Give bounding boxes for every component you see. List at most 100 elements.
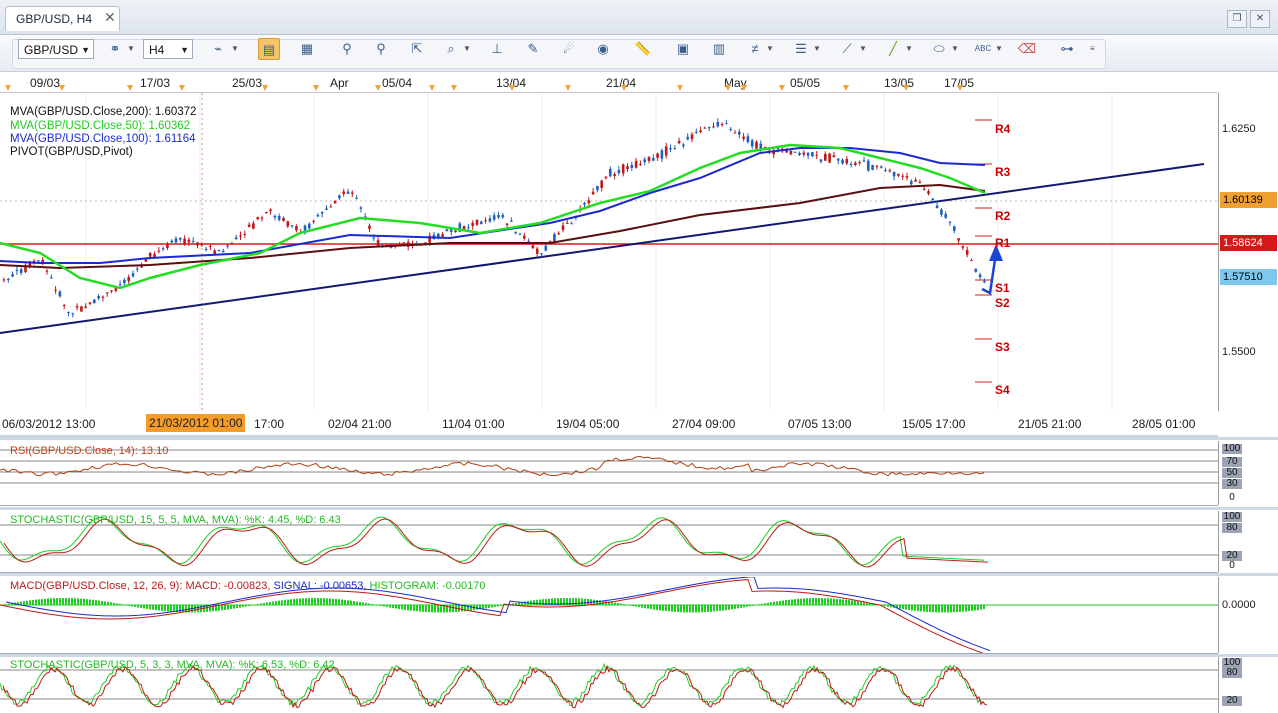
chevron-down-icon: ▼	[81, 45, 90, 55]
chevron-down-icon[interactable]: ▼	[951, 38, 959, 60]
time-label: 17:00	[254, 417, 285, 431]
histogram-bar	[449, 605, 451, 613]
zoom-out-icon[interactable]: ⇱	[406, 38, 428, 60]
candle-body	[7, 278, 10, 280]
histogram-bar	[821, 598, 823, 606]
candle-body	[673, 148, 677, 150]
toolbar-overflow-icon[interactable]: ≡	[1090, 38, 1095, 60]
trendline-icon[interactable]: ╱	[882, 38, 904, 60]
candle-body	[19, 269, 23, 273]
candle-body	[815, 154, 818, 156]
stoch-level: 80	[1222, 523, 1242, 533]
candle-body	[914, 179, 917, 182]
picture-icon[interactable]: ▣	[672, 38, 694, 60]
price-label-ma: 1.60139	[1220, 192, 1277, 208]
pitchfork-icon[interactable]: ⟋	[836, 38, 858, 60]
chevron-down-icon[interactable]: ▼	[231, 38, 239, 60]
histogram-bar	[278, 600, 280, 606]
text-icon[interactable]: ABC	[972, 38, 994, 60]
rsi-level: 0	[1229, 492, 1235, 503]
histogram-bar	[410, 605, 412, 611]
time-label-highlight: 21/03/2012 01:00	[146, 414, 246, 432]
candle-body	[338, 195, 341, 199]
crosshair-icon[interactable]: ⚲	[336, 38, 358, 60]
candle-chart-icon[interactable]: ▦	[296, 38, 318, 60]
stochastic-pane-1[interactable]: STOCHASTIC(GBP/USD, 15, 5, 5, MVA, MVA):…	[0, 511, 1218, 573]
price-tick: 1.5500	[1222, 346, 1256, 358]
templates-icon[interactable]: ☄	[558, 38, 580, 60]
bar-chart-icon[interactable]: ▤	[258, 38, 280, 60]
histogram-bar	[38, 599, 40, 606]
chart-shift-icon[interactable]: ⊥	[486, 38, 508, 60]
chevron-down-icon[interactable]: ▼	[127, 38, 135, 60]
eraser-icon[interactable]: ⌫	[1016, 38, 1038, 60]
indicators-icon[interactable]: ✎	[522, 38, 544, 60]
candle-body	[204, 248, 208, 250]
histogram-bar	[770, 602, 772, 606]
pane-divider[interactable]	[0, 507, 1278, 510]
chart-type-icon[interactable]: ⌁	[207, 38, 229, 60]
histogram-bar	[752, 605, 754, 606]
chevron-down-icon[interactable]: ▼	[995, 38, 1003, 60]
candle-body	[948, 221, 952, 223]
candle-body	[742, 136, 745, 139]
channel-icon[interactable]: ☰	[790, 38, 812, 60]
ruler-icon[interactable]: 📏	[632, 38, 654, 60]
candle-body	[746, 136, 750, 142]
rsi-level: 50	[1222, 468, 1242, 478]
histogram-bar	[47, 598, 49, 606]
histogram-bar	[389, 605, 391, 608]
histogram-bar	[74, 598, 76, 606]
fibonacci-icon[interactable]: ≠	[744, 38, 766, 60]
histogram-bar	[818, 598, 820, 606]
histogram-bar	[299, 598, 301, 606]
chevron-down-icon[interactable]: ▼	[766, 38, 774, 60]
histogram-bar	[365, 602, 367, 606]
candle-body	[695, 131, 698, 133]
histogram-bar	[827, 598, 829, 606]
chart-tab[interactable]: GBP/USD, H4 ✕	[5, 6, 120, 31]
pane-divider[interactable]	[0, 437, 1278, 440]
chevron-down-icon[interactable]: ▼	[463, 38, 471, 60]
histogram-bar	[107, 601, 109, 606]
window-close-icon[interactable]: ✕	[1250, 10, 1270, 28]
timeframe-select[interactable]: H4 ▼	[143, 39, 193, 59]
histogram-bar	[452, 605, 454, 613]
histogram-bar	[656, 605, 658, 610]
histogram-bar	[884, 605, 886, 607]
restore-icon[interactable]: ❐	[1227, 10, 1247, 28]
chevron-down-icon[interactable]: ▼	[859, 38, 867, 60]
histogram-bar	[911, 605, 913, 611]
price-axis[interactable]: 1.6250 1.5500 1.60139 1.58624 1.57510	[1218, 93, 1278, 411]
macd-pane[interactable]: MACD(GBP/USD.Close, 12, 26, 9): MACD: -0…	[0, 577, 1218, 654]
histogram-bar	[101, 600, 103, 606]
zoom-in-icon[interactable]: ⚲	[370, 38, 392, 60]
stochastic-pane-2[interactable]: STOCHASTIC(GBP/USD, 5, 3, 3, MVA, MVA): …	[0, 657, 1218, 713]
candle-body	[600, 180, 603, 188]
histogram-bar	[605, 601, 607, 606]
histogram-bar	[269, 602, 271, 606]
hierarchy-icon[interactable]: ⊶	[1056, 38, 1078, 60]
ellipse-icon[interactable]: ⬭	[928, 38, 950, 60]
save-icon[interactable]: ▥	[708, 38, 730, 60]
candle-body	[256, 217, 259, 220]
histogram-bar	[251, 605, 253, 606]
chevron-down-icon[interactable]: ▼	[813, 38, 821, 60]
rsi-chart	[0, 449, 1218, 484]
histogram-bar	[461, 605, 463, 612]
candle-body	[789, 150, 793, 155]
stochastic-1-label: STOCHASTIC(GBP/USD, 15, 5, 5, MVA, MVA):…	[10, 514, 341, 526]
histogram-bar	[260, 603, 262, 606]
chevron-down-icon[interactable]: ▼	[905, 38, 913, 60]
close-icon[interactable]: ✕	[104, 9, 116, 26]
globe-icon[interactable]: ◉	[592, 38, 614, 60]
time-label: 02/04 21:00	[328, 417, 392, 431]
autoscroll-icon[interactable]: ⌕	[440, 38, 462, 60]
rsi-pane[interactable]: RSI(GBP/USD.Close, 14): 13.10	[0, 441, 1218, 506]
pane-divider[interactable]	[0, 573, 1278, 576]
price-pane[interactable]: MVA(GBP/USD.Close,200): 1.60372 MVA(GBP/…	[0, 93, 1218, 412]
candle-body	[643, 159, 646, 163]
symbol-select[interactable]: GBP/USD ▼	[18, 39, 94, 59]
zoom-fit-icon[interactable]: ⚭	[104, 38, 126, 60]
histogram-bar	[839, 599, 841, 606]
